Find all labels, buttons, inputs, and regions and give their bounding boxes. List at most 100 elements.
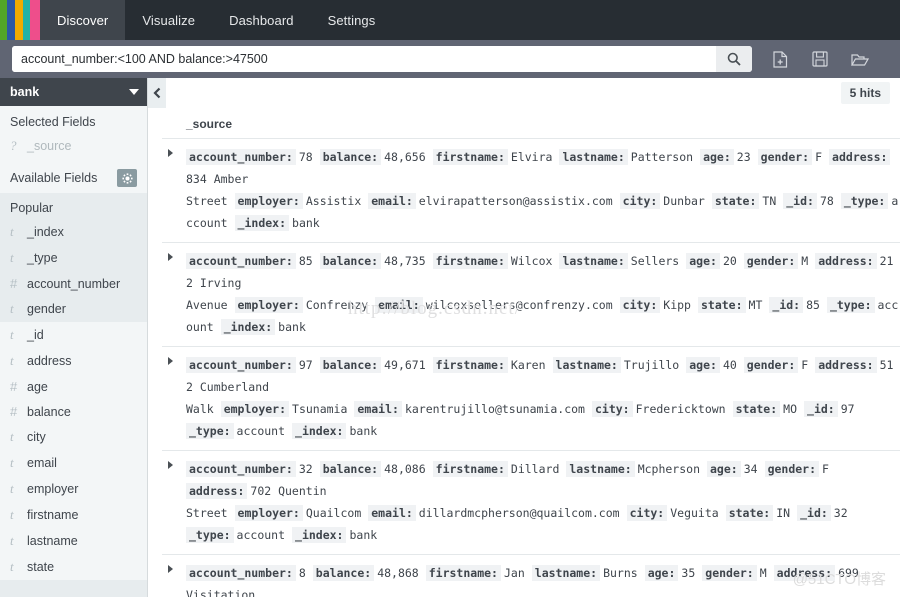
field-key: email: (375, 297, 423, 313)
field-key: address: (815, 253, 876, 269)
field-key: _id: (783, 193, 817, 209)
field-value: IN (776, 506, 790, 520)
field-key: lastname: (532, 565, 600, 581)
field-value: Quailcom (306, 506, 361, 520)
field-value: bank (349, 424, 377, 438)
field-key: account_number: (186, 357, 296, 373)
expand-row-button[interactable] (162, 354, 186, 442)
field-type-icon: t (10, 559, 24, 575)
field-key: balance: (320, 253, 381, 269)
available-field-email[interactable]: temail (0, 450, 147, 476)
field-value: MO (783, 402, 797, 416)
open-search-button[interactable] (850, 49, 870, 69)
popular-fields-label: Popular (0, 193, 147, 219)
available-field-firstname[interactable]: tfirstname (0, 502, 147, 528)
field-value: 97 (841, 402, 855, 416)
field-type-icon: t (10, 455, 24, 471)
field-value: M (801, 254, 808, 268)
field-key: _id: (797, 505, 831, 521)
field-key: email: (354, 401, 402, 417)
available-field-id[interactable]: t_id (0, 322, 147, 348)
field-key: lastname: (559, 253, 627, 269)
documents-table: _source account_number:78balance:48,656f… (162, 111, 900, 597)
popular-field-type[interactable]: t_type (0, 245, 147, 271)
field-key: state: (712, 193, 760, 209)
popular-field-gender[interactable]: tgender (0, 296, 147, 322)
table-row: account_number:85balance:48,735firstname… (162, 243, 900, 347)
field-key: city: (620, 297, 661, 313)
field-value: F (822, 462, 829, 476)
field-value: Fredericktown (636, 402, 726, 416)
document-rows: account_number:78balance:48,656firstname… (162, 139, 900, 597)
field-value: 78 (820, 194, 834, 208)
field-name: address (27, 354, 71, 368)
index-pattern-selector[interactable]: bank (0, 78, 147, 106)
collapse-sidebar-button[interactable] (148, 78, 166, 108)
field-value: M (760, 566, 767, 580)
field-type-icon: t (10, 533, 24, 549)
available-field-city[interactable]: tcity (0, 424, 147, 450)
field-settings-button[interactable] (117, 169, 137, 187)
field-value: 48,735 (384, 254, 426, 268)
field-value: 40 (723, 358, 737, 372)
field-value: Burns (603, 566, 638, 580)
field-name: _type (27, 251, 58, 265)
save-search-button[interactable] (810, 49, 830, 69)
field-type-icon: t (10, 429, 24, 445)
field-type-icon: t (10, 353, 24, 369)
expand-row-button[interactable] (162, 146, 186, 234)
field-sidebar: bank Selected Fields ?_source Available … (0, 78, 148, 597)
field-name: _source (27, 139, 71, 153)
field-type-icon: t (10, 327, 24, 343)
search-input[interactable] (12, 46, 716, 72)
expand-row-button[interactable] (162, 250, 186, 338)
field-value: wilcoxsellers@confrenzy.com (426, 298, 613, 312)
available-field-lastname[interactable]: tlastname (0, 528, 147, 554)
available-field-state[interactable]: tstate (0, 554, 147, 580)
column-header-source: _source (162, 111, 900, 139)
caret-right-icon (168, 253, 173, 261)
field-value: 85 (806, 298, 820, 312)
tab-discover[interactable]: Discover (40, 0, 125, 40)
logo-bar-2 (7, 0, 15, 40)
field-value: account (237, 424, 285, 438)
available-field-employer[interactable]: temployer (0, 476, 147, 502)
query-bar (0, 40, 900, 78)
new-search-button[interactable] (770, 49, 790, 69)
field-key: city: (627, 505, 668, 521)
field-type-icon: ? (10, 138, 24, 154)
field-value: 34 (744, 462, 758, 476)
field-name: employer (27, 482, 78, 496)
field-value: bank (349, 528, 377, 542)
field-value: bank (292, 216, 320, 230)
search-submit-button[interactable] (716, 46, 752, 72)
available-field-address[interactable]: taddress (0, 348, 147, 374)
popular-field-account_number[interactable]: #account_number (0, 271, 147, 296)
tab-dashboard[interactable]: Dashboard (212, 0, 311, 40)
field-key: address: (815, 357, 876, 373)
field-value: 23 (737, 150, 751, 164)
field-value: 78 (299, 150, 313, 164)
table-row: account_number:32balance:48,086firstname… (162, 451, 900, 555)
field-key: email: (368, 193, 416, 209)
field-key: account_number: (186, 149, 296, 165)
popular-field-index[interactable]: t_index (0, 219, 147, 245)
field-key: lastname: (553, 357, 621, 373)
field-key: _type: (186, 527, 234, 543)
field-name: _index (27, 225, 64, 239)
available-field-age[interactable]: #age (0, 374, 147, 399)
selected-field-source[interactable]: ?_source (0, 133, 147, 159)
tab-visualize[interactable]: Visualize (125, 0, 212, 40)
field-name: city (27, 430, 46, 444)
tab-settings[interactable]: Settings (311, 0, 393, 40)
field-key: account_number: (186, 461, 296, 477)
field-key: gender: (702, 565, 756, 581)
field-key: age: (700, 149, 734, 165)
expand-row-button[interactable] (162, 458, 186, 546)
expand-row-button[interactable] (162, 562, 186, 597)
available-field-balance[interactable]: #balance (0, 399, 147, 424)
field-name: account_number (27, 277, 120, 291)
kibana-discover-app: DiscoverVisualizeDashboardSettings (0, 0, 900, 597)
field-value: 32 (834, 506, 848, 520)
field-key: age: (707, 461, 741, 477)
